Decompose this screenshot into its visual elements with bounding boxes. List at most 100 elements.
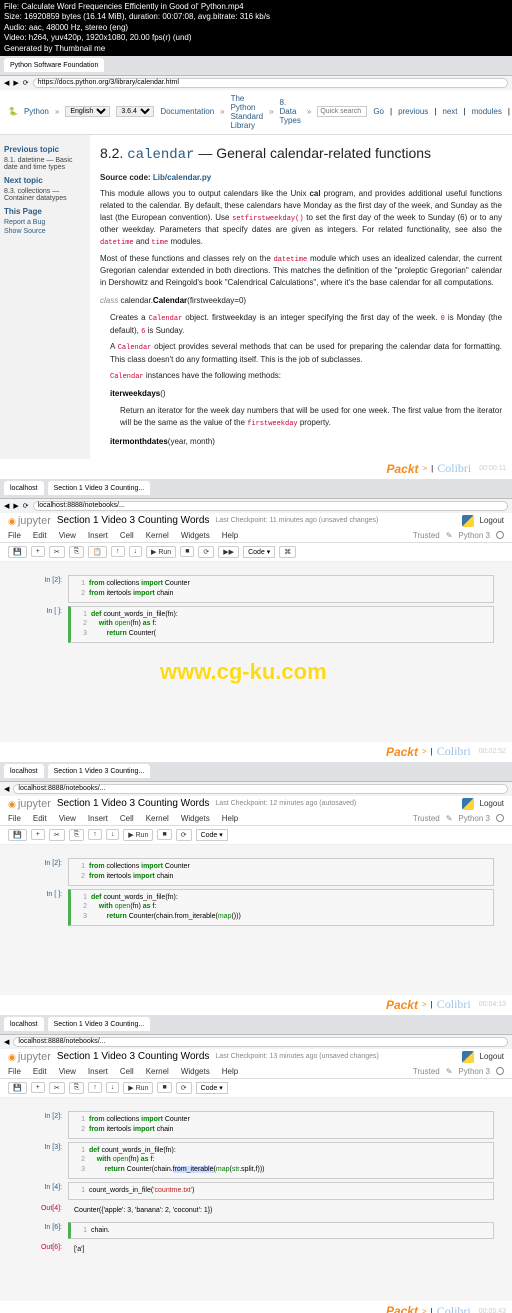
bc-datatypes[interactable]: 8. Data Types: [280, 98, 301, 125]
url-input[interactable]: https://docs.python.org/3/library/calend…: [33, 78, 508, 88]
command-palette-icon[interactable]: ⌘: [279, 546, 296, 558]
bc-python[interactable]: Python: [24, 107, 49, 116]
move-up-icon[interactable]: ↑: [88, 1082, 102, 1093]
menu-help[interactable]: Help: [222, 531, 238, 540]
save-icon[interactable]: 💾: [8, 829, 27, 841]
run-button[interactable]: ▶ Run: [146, 546, 176, 558]
notebook-title[interactable]: Section 1 Video 3 Counting Words: [57, 798, 210, 809]
logout-button[interactable]: Logout: [480, 516, 504, 525]
code-input[interactable]: 1def count_words_in_file(fn): 2 with ope…: [68, 606, 494, 643]
code-input[interactable]: 1count_words_in_file('countme.txt'): [68, 1182, 494, 1200]
menu-cell[interactable]: Cell: [120, 814, 134, 823]
edit-icon[interactable]: ✎: [446, 814, 453, 823]
go-button[interactable]: Go: [373, 107, 384, 116]
nav-back-icon[interactable]: ◀: [4, 502, 9, 510]
code-input[interactable]: 1from collections import Counter 2from i…: [68, 1111, 494, 1139]
nav-modules[interactable]: modules: [472, 107, 502, 116]
menu-widgets[interactable]: Widgets: [181, 1067, 210, 1076]
edit-icon[interactable]: ✎: [446, 531, 453, 540]
cell-type-select[interactable]: Code ▾: [196, 1082, 228, 1094]
code-input[interactable]: 1def count_words_in_file(fn): 2 with ope…: [68, 889, 494, 926]
move-down-icon[interactable]: ↓: [106, 829, 120, 840]
move-down-icon[interactable]: ↓: [129, 546, 143, 557]
logout-button[interactable]: Logout: [480, 799, 504, 808]
menu-help[interactable]: Help: [222, 814, 238, 823]
cut-icon[interactable]: ✂: [49, 546, 65, 558]
nav-next[interactable]: next: [442, 107, 457, 116]
paste-icon[interactable]: 📋: [88, 546, 107, 558]
menu-file[interactable]: File: [8, 814, 21, 823]
menu-edit[interactable]: Edit: [33, 1067, 47, 1076]
report-bug-link[interactable]: Report a Bug: [4, 218, 86, 227]
menu-view[interactable]: View: [59, 531, 76, 540]
copy-icon[interactable]: ⎘: [69, 1082, 85, 1094]
cell-type-select[interactable]: Code ▾: [196, 829, 228, 841]
menu-view[interactable]: View: [59, 814, 76, 823]
kernel-name[interactable]: Python 3: [458, 1067, 490, 1076]
restart-icon[interactable]: ⟳: [176, 829, 192, 841]
source-link[interactable]: Lib/calendar.py: [153, 173, 211, 182]
menu-view[interactable]: View: [59, 1067, 76, 1076]
stop-icon[interactable]: ■: [157, 829, 171, 840]
browser-tab[interactable]: Section 1 Video 3 Counting...: [48, 481, 151, 495]
copy-icon[interactable]: ⎘: [69, 829, 85, 841]
stop-icon[interactable]: ■: [157, 1082, 171, 1093]
code-input[interactable]: 1from collections import Counter 2from i…: [68, 575, 494, 603]
prev-topic-link[interactable]: 8.1. datetime — Basic date and time type…: [4, 156, 86, 172]
copy-icon[interactable]: ⎘: [69, 546, 85, 558]
menu-cell[interactable]: Cell: [120, 531, 134, 540]
move-up-icon[interactable]: ↑: [111, 546, 125, 557]
restart-icon[interactable]: ⟳: [176, 1082, 192, 1094]
nav-back-icon[interactable]: ◀: [4, 785, 9, 793]
browser-tab[interactable]: localhost: [4, 1017, 44, 1031]
kernel-name[interactable]: Python 3: [458, 814, 490, 823]
kernel-name[interactable]: Python 3: [458, 531, 490, 540]
menu-file[interactable]: File: [8, 1067, 21, 1076]
move-down-icon[interactable]: ↓: [106, 1082, 120, 1093]
browser-tab[interactable]: Section 1 Video 3 Counting...: [48, 764, 151, 778]
browser-tab[interactable]: localhost: [4, 764, 44, 778]
cell-type-select[interactable]: Code ▾: [243, 546, 275, 558]
menu-insert[interactable]: Insert: [88, 531, 108, 540]
browser-tab[interactable]: localhost: [4, 481, 44, 495]
fast-forward-icon[interactable]: ▶▶: [218, 546, 239, 558]
menu-widgets[interactable]: Widgets: [181, 814, 210, 823]
browser-tab[interactable]: Python Software Foundation: [4, 58, 104, 72]
code-input[interactable]: 1def count_words_in_file(fn): 2 with ope…: [68, 1142, 494, 1179]
save-icon[interactable]: 💾: [8, 1082, 27, 1094]
nav-fwd-icon[interactable]: ▶: [13, 502, 18, 510]
next-topic-link[interactable]: 8.3. collections — Container datatypes: [4, 187, 86, 203]
stop-icon[interactable]: ■: [180, 546, 194, 557]
notebook-title[interactable]: Section 1 Video 3 Counting Words: [57, 1051, 210, 1062]
bc-doc[interactable]: Documentation: [160, 107, 214, 116]
reload-icon[interactable]: ⟳: [23, 79, 29, 87]
menu-edit[interactable]: Edit: [33, 531, 47, 540]
menu-insert[interactable]: Insert: [88, 1067, 108, 1076]
restart-icon[interactable]: ⟳: [198, 546, 214, 558]
cut-icon[interactable]: ✂: [49, 1082, 65, 1094]
edit-icon[interactable]: ✎: [446, 1067, 453, 1076]
search-input[interactable]: [317, 106, 367, 117]
menu-edit[interactable]: Edit: [33, 814, 47, 823]
add-cell-icon[interactable]: +: [31, 546, 45, 557]
menu-help[interactable]: Help: [222, 1067, 238, 1076]
lang-select[interactable]: English: [65, 106, 110, 117]
nav-back-icon[interactable]: ◀: [4, 1038, 9, 1046]
add-cell-icon[interactable]: +: [31, 829, 45, 840]
bc-stdlib[interactable]: The Python Standard Library: [231, 94, 263, 130]
show-source-link[interactable]: Show Source: [4, 227, 86, 236]
browser-tab[interactable]: Section 1 Video 3 Counting...: [48, 1017, 151, 1031]
add-cell-icon[interactable]: +: [31, 1082, 45, 1093]
nav-back-icon[interactable]: ◀: [4, 79, 9, 87]
nav-fwd-icon[interactable]: ▶: [13, 79, 18, 87]
cut-icon[interactable]: ✂: [49, 829, 65, 841]
logout-button[interactable]: Logout: [480, 1052, 504, 1061]
code-input[interactable]: 1from collections import Counter 2from i…: [68, 858, 494, 886]
code-input[interactable]: 1chain.: [68, 1222, 494, 1240]
version-select[interactable]: 3.6.4: [116, 106, 154, 117]
move-up-icon[interactable]: ↑: [88, 829, 102, 840]
run-button[interactable]: ▶ Run: [123, 829, 153, 841]
reload-icon[interactable]: ⟳: [23, 502, 29, 510]
menu-kernel[interactable]: Kernel: [146, 531, 169, 540]
url-input[interactable]: localhost:8888/notebooks/...: [33, 501, 508, 511]
